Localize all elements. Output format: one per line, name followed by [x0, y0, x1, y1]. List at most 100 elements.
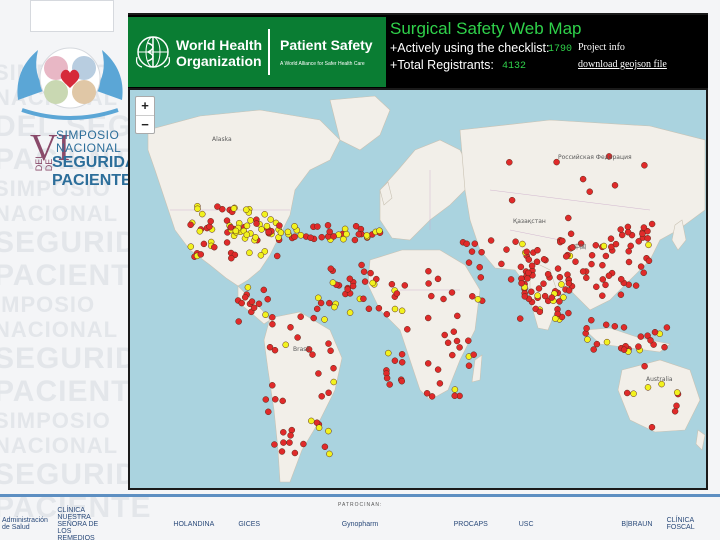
- registration-marker[interactable]: [556, 298, 563, 305]
- registration-marker[interactable]: [315, 370, 322, 377]
- registration-marker[interactable]: [506, 159, 513, 166]
- registration-marker[interactable]: [252, 234, 259, 241]
- registration-marker[interactable]: [535, 285, 543, 292]
- registration-marker[interactable]: [647, 337, 654, 344]
- registration-marker[interactable]: [360, 295, 367, 303]
- registration-marker[interactable]: [307, 234, 314, 241]
- registration-marker[interactable]: [255, 300, 263, 308]
- registration-marker[interactable]: [313, 305, 321, 313]
- registration-marker[interactable]: [329, 279, 337, 286]
- registration-marker[interactable]: [617, 291, 625, 298]
- registration-marker[interactable]: [644, 384, 652, 391]
- registration-marker[interactable]: [528, 288, 535, 296]
- registration-marker[interactable]: [271, 441, 278, 448]
- registration-marker[interactable]: [244, 284, 252, 291]
- registration-marker[interactable]: [309, 351, 316, 358]
- registration-marker[interactable]: [326, 450, 333, 458]
- registration-marker[interactable]: [331, 303, 338, 311]
- registration-marker[interactable]: [260, 286, 268, 294]
- registration-marker[interactable]: [250, 304, 258, 312]
- registration-marker[interactable]: [508, 196, 516, 204]
- project-info-link[interactable]: Project info: [578, 42, 625, 53]
- registration-marker[interactable]: [593, 340, 601, 348]
- registration-marker[interactable]: [512, 238, 519, 245]
- registration-marker[interactable]: [398, 377, 406, 385]
- registration-marker[interactable]: [267, 216, 274, 223]
- registration-marker[interactable]: [197, 251, 205, 258]
- registration-marker[interactable]: [533, 258, 541, 266]
- registration-marker[interactable]: [291, 449, 299, 457]
- registration-marker[interactable]: [262, 396, 270, 403]
- registration-marker[interactable]: [503, 246, 510, 253]
- registration-marker[interactable]: [227, 224, 235, 231]
- registration-marker[interactable]: [318, 233, 325, 241]
- registration-marker[interactable]: [286, 439, 293, 446]
- registration-marker[interactable]: [541, 292, 549, 300]
- registration-marker[interactable]: [599, 292, 606, 299]
- registration-marker[interactable]: [611, 182, 619, 189]
- registration-marker[interactable]: [565, 287, 573, 294]
- registration-marker[interactable]: [673, 402, 680, 410]
- registration-marker[interactable]: [602, 252, 610, 260]
- registration-marker[interactable]: [358, 261, 365, 269]
- registration-marker[interactable]: [548, 294, 556, 301]
- registration-marker[interactable]: [507, 276, 515, 283]
- registration-marker[interactable]: [330, 378, 337, 386]
- registration-marker[interactable]: [383, 310, 391, 318]
- registration-marker[interactable]: [534, 292, 541, 299]
- registration-marker[interactable]: [207, 218, 214, 225]
- registration-marker[interactable]: [519, 240, 526, 248]
- registration-marker[interactable]: [588, 316, 595, 324]
- registration-marker[interactable]: [297, 313, 304, 320]
- registration-marker[interactable]: [607, 235, 615, 242]
- registration-marker[interactable]: [282, 341, 289, 349]
- download-geojson-link[interactable]: download geojson file: [578, 59, 667, 70]
- registration-marker[interactable]: [327, 347, 334, 355]
- registration-marker[interactable]: [423, 390, 431, 397]
- registration-marker[interactable]: [349, 282, 357, 290]
- registration-marker[interactable]: [641, 362, 648, 370]
- registration-marker[interactable]: [425, 267, 432, 275]
- registration-marker[interactable]: [565, 309, 572, 317]
- registration-marker[interactable]: [625, 248, 632, 255]
- registration-marker[interactable]: [640, 269, 647, 277]
- registration-marker[interactable]: [673, 389, 681, 396]
- registration-marker[interactable]: [605, 272, 613, 279]
- registration-marker[interactable]: [279, 397, 286, 405]
- registration-marker[interactable]: [428, 292, 435, 300]
- registration-marker[interactable]: [451, 392, 458, 400]
- registration-marker[interactable]: [324, 222, 332, 229]
- registration-marker[interactable]: [556, 273, 564, 281]
- registration-marker[interactable]: [232, 227, 240, 235]
- registration-marker[interactable]: [521, 293, 529, 300]
- registration-marker[interactable]: [287, 324, 294, 331]
- registration-marker[interactable]: [465, 337, 472, 344]
- registration-marker[interactable]: [280, 429, 287, 436]
- registration-marker[interactable]: [269, 382, 276, 389]
- registration-marker[interactable]: [470, 351, 477, 358]
- registration-marker[interactable]: [620, 346, 628, 353]
- registration-marker[interactable]: [262, 311, 269, 319]
- registration-marker[interactable]: [308, 417, 315, 425]
- registration-marker[interactable]: [453, 337, 461, 345]
- registration-marker[interactable]: [315, 424, 323, 431]
- registration-marker[interactable]: [534, 246, 541, 254]
- registration-marker[interactable]: [246, 249, 253, 257]
- registration-marker[interactable]: [579, 175, 587, 183]
- registration-marker[interactable]: [398, 359, 406, 366]
- registration-marker[interactable]: [376, 227, 383, 234]
- registration-marker[interactable]: [325, 389, 332, 397]
- registration-marker[interactable]: [230, 205, 238, 212]
- registration-marker[interactable]: [326, 299, 333, 307]
- registration-marker[interactable]: [383, 374, 391, 382]
- registration-marker[interactable]: [562, 253, 570, 260]
- registration-marker[interactable]: [599, 261, 606, 269]
- registration-marker[interactable]: [465, 362, 473, 369]
- registration-marker[interactable]: [264, 295, 271, 303]
- registration-marker[interactable]: [243, 231, 251, 239]
- registration-marker[interactable]: [588, 260, 595, 268]
- registration-marker[interactable]: [448, 289, 456, 296]
- registration-marker[interactable]: [243, 222, 251, 230]
- registration-marker[interactable]: [661, 343, 668, 351]
- registration-marker[interactable]: [451, 386, 459, 393]
